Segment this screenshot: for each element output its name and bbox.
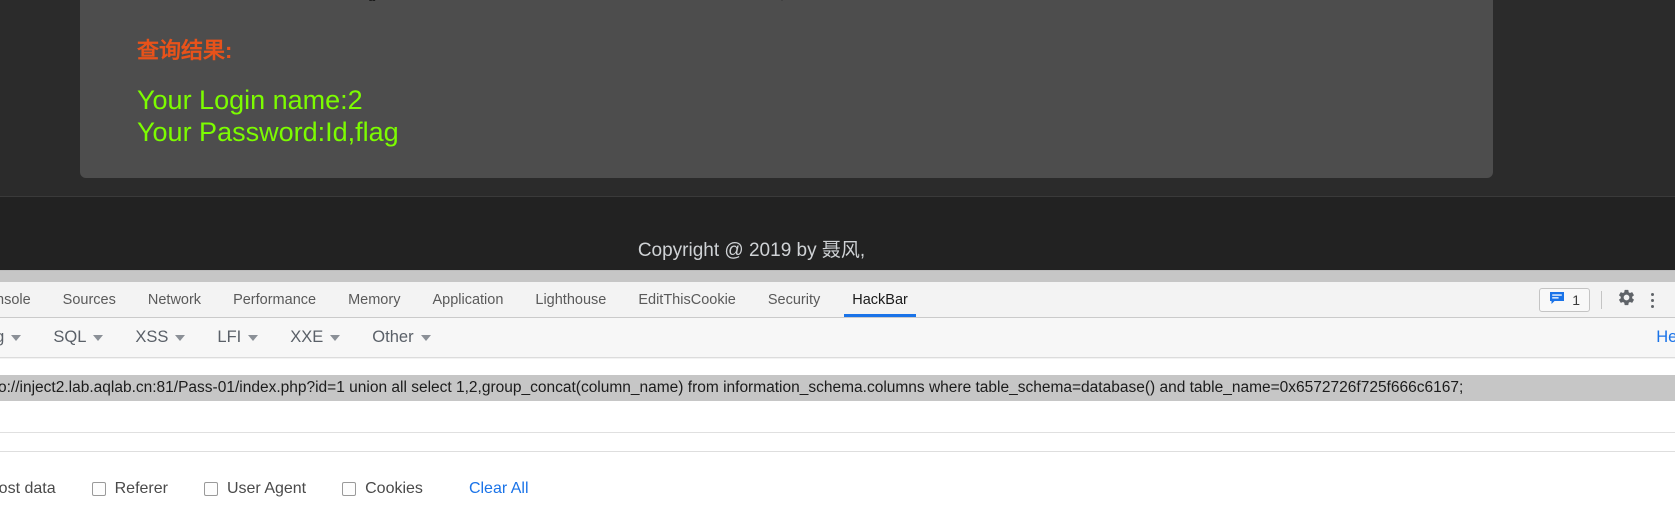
tab-editthiscookie[interactable]: EditThisCookie	[622, 282, 752, 317]
devtools-tab-list: nsole Sources Network Performance Memory…	[0, 282, 924, 317]
option-label: Cookies	[365, 480, 423, 498]
chevron-down-icon	[421, 335, 431, 341]
sql-query-tail-text: table_schema=database() and table_name=0…	[137, 0, 786, 3]
tab-security[interactable]: Security	[752, 282, 836, 317]
tab-sources[interactable]: Sources	[47, 282, 132, 317]
devtools-top-gap	[0, 271, 1675, 282]
tab-application[interactable]: Application	[416, 282, 519, 317]
query-result-panel: table_schema=database() and table_name=0…	[80, 0, 1493, 178]
option-label: Referer	[115, 480, 168, 498]
menu-label: ng	[0, 328, 4, 347]
message-icon	[1549, 291, 1565, 310]
tab-label: Application	[432, 292, 503, 308]
console-messages-button[interactable]: 1	[1539, 288, 1590, 312]
hackbar-options-row: Post data Referer User Agent Cookies Cle…	[0, 433, 1675, 511]
vertical-dots-icon	[1651, 293, 1654, 308]
tab-memory[interactable]: Memory	[332, 282, 416, 317]
tab-label: Sources	[63, 292, 116, 308]
hackbar-menu-row: ng SQL XSS LFI XXE Other Hel	[0, 318, 1675, 358]
chevron-down-icon	[11, 335, 21, 341]
devtools-toolbar-right: 1	[1539, 282, 1665, 318]
tab-label: nsole	[0, 292, 31, 308]
checkbox-icon[interactable]	[342, 482, 356, 496]
web-page-area: table_schema=database() and table_name=0…	[0, 0, 1675, 270]
hackbar-menu-encoding[interactable]: ng	[0, 328, 37, 347]
tab-label: Memory	[348, 292, 400, 308]
option-referer[interactable]: Referer	[92, 480, 168, 498]
clear-all-link[interactable]: Clear All	[469, 480, 529, 498]
option-user-agent[interactable]: User Agent	[204, 480, 306, 498]
checkbox-icon[interactable]	[92, 482, 106, 496]
devtools-tabbar: nsole Sources Network Performance Memory…	[0, 282, 1675, 318]
tab-label: Security	[768, 292, 820, 308]
chevron-down-icon	[175, 335, 185, 341]
menu-label: Other	[372, 328, 413, 347]
menu-label: XSS	[135, 328, 168, 347]
hackbar-menu-other[interactable]: Other	[356, 328, 446, 347]
hackbar-menu-sql[interactable]: SQL	[37, 328, 119, 347]
result-login-name: Your Login name:2	[137, 85, 363, 116]
hackbar-menu-xxe[interactable]: XXE	[274, 328, 356, 347]
tab-label: HackBar	[852, 292, 908, 308]
hackbar-menu-lfi[interactable]: LFI	[201, 328, 274, 347]
tab-lighthouse[interactable]: Lighthouse	[519, 282, 622, 317]
chevron-down-icon	[330, 335, 340, 341]
devtools-panel: nsole Sources Network Performance Memory…	[0, 270, 1675, 510]
settings-button[interactable]	[1613, 287, 1639, 313]
chevron-down-icon	[248, 335, 258, 341]
options-divider	[0, 451, 1675, 452]
menu-label: XXE	[290, 328, 323, 347]
hackbar-menu-xss[interactable]: XSS	[119, 328, 201, 347]
message-count: 1	[1572, 292, 1580, 308]
chevron-down-icon	[93, 335, 103, 341]
checkbox-icon[interactable]	[204, 482, 218, 496]
tab-network[interactable]: Network	[132, 282, 217, 317]
query-result-heading: 查询结果:	[137, 33, 232, 65]
hackbar-url-row	[0, 359, 1675, 433]
page-footer: Copyright @ 2019 by 聂风,	[0, 196, 1675, 270]
option-post-data[interactable]: Post data	[0, 480, 56, 498]
gear-icon	[1617, 288, 1636, 312]
menu-label: SQL	[53, 328, 86, 347]
tab-console[interactable]: nsole	[0, 282, 47, 317]
menu-label: LFI	[217, 328, 241, 347]
tab-label: Network	[148, 292, 201, 308]
tab-label: EditThisCookie	[638, 292, 736, 308]
toolbar-separator	[1601, 291, 1602, 309]
copyright-text: Copyright @ 2019 by 聂风,	[0, 235, 1503, 262]
option-label: Post data	[0, 480, 56, 498]
option-cookies[interactable]: Cookies	[342, 480, 423, 498]
hackbar-options-list: Post data Referer User Agent Cookies Cle…	[0, 477, 529, 501]
url-input[interactable]	[0, 375, 1675, 401]
tab-performance[interactable]: Performance	[217, 282, 332, 317]
tab-label: Lighthouse	[535, 292, 606, 308]
tab-label: Performance	[233, 292, 316, 308]
tab-hackbar[interactable]: HackBar	[836, 282, 924, 317]
result-password: Your Password:Id,flag	[137, 117, 399, 148]
more-options-button[interactable]	[1639, 287, 1665, 313]
option-label: User Agent	[227, 480, 306, 498]
hackbar-help-link[interactable]: Hel	[1656, 328, 1675, 347]
